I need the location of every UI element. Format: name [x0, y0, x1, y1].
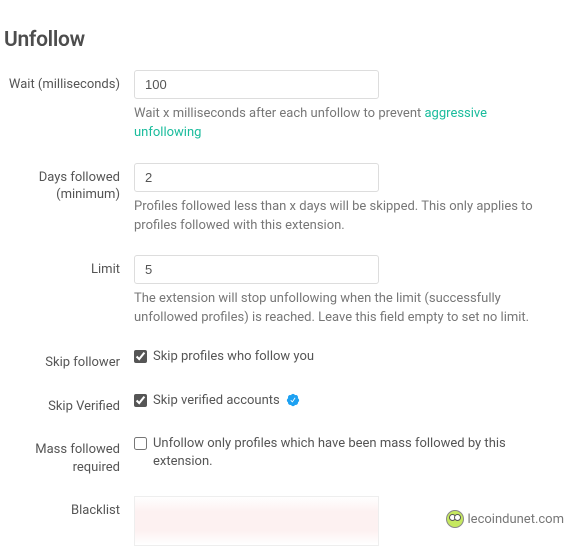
verified-badge-icon	[286, 393, 300, 407]
days-followed-row: Days followed (minimum) Profiles followe…	[4, 163, 566, 236]
limit-row: Limit The extension will stop unfollowin…	[4, 255, 566, 328]
days-followed-label: Days followed (minimum)	[4, 163, 134, 204]
wait-help: Wait x milliseconds after each unfollow …	[134, 105, 556, 143]
wait-input[interactable]	[134, 70, 379, 99]
limit-label: Limit	[4, 255, 134, 279]
skip-verified-checkbox[interactable]	[134, 394, 147, 407]
mass-followed-label: Mass followed required	[4, 435, 134, 476]
skip-follower-label: Skip follower	[4, 348, 134, 372]
skip-verified-label: Skip Verified	[4, 392, 134, 416]
skip-follower-checkbox-label: Skip profiles who follow you	[153, 348, 314, 366]
mass-followed-checkbox-label: Unfollow only profiles which have been m…	[153, 435, 556, 471]
watermark-text: lecoindunet.com	[468, 512, 564, 527]
wait-label: Wait (milliseconds)	[4, 70, 134, 94]
wait-row: Wait (milliseconds) Wait x milliseconds …	[4, 70, 566, 143]
blacklist-label: Blacklist	[4, 496, 134, 520]
mass-followed-checkbox[interactable]	[134, 437, 147, 450]
days-followed-input[interactable]	[134, 163, 379, 192]
skip-verified-checkbox-label: Skip verified accounts	[153, 392, 300, 410]
watermark: lecoindunet.com	[446, 510, 564, 528]
skip-follower-checkbox[interactable]	[134, 350, 147, 363]
blacklist-textarea[interactable]	[134, 496, 379, 546]
skip-follower-row: Skip follower Skip profiles who follow y…	[4, 348, 566, 372]
skip-verified-row: Skip Verified Skip verified accounts	[4, 392, 566, 416]
mass-followed-row: Mass followed required Unfollow only pro…	[4, 435, 566, 476]
watermark-logo-icon	[446, 510, 464, 528]
page-title: Unfollow	[4, 28, 566, 52]
limit-input[interactable]	[134, 255, 379, 284]
days-followed-help: Profiles followed less than x days will …	[134, 198, 556, 236]
limit-help: The extension will stop unfollowing when…	[134, 290, 556, 328]
